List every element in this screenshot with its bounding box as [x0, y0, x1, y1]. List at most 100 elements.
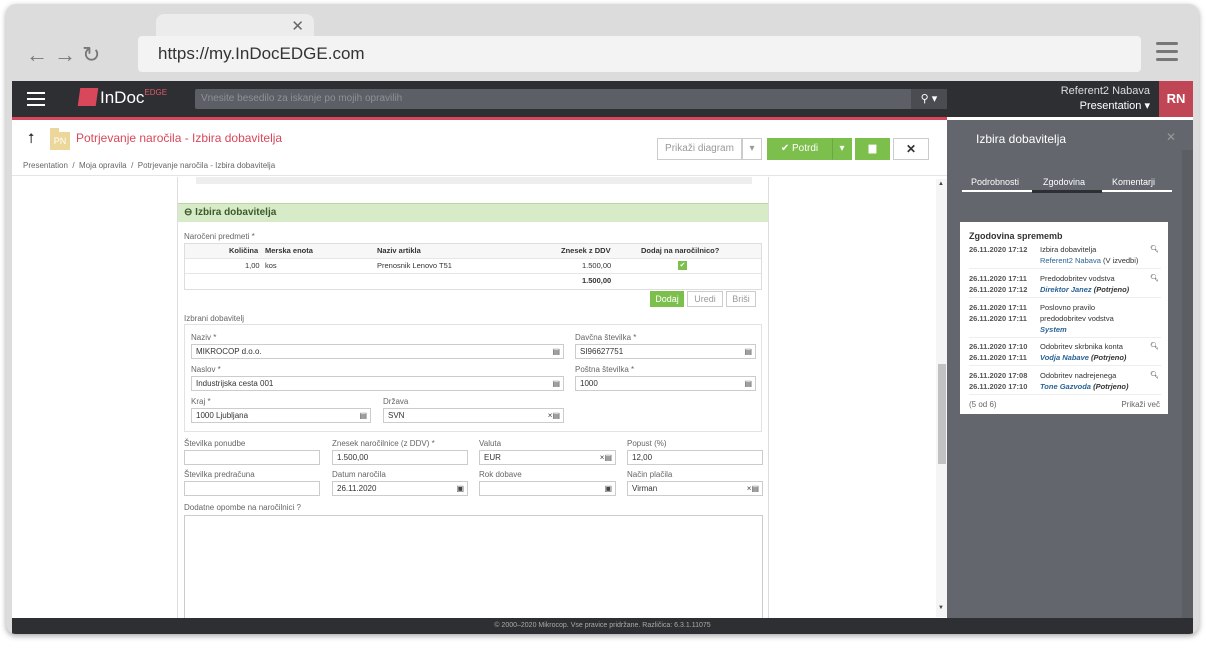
close-tab-icon[interactable]: ✕	[291, 17, 304, 35]
scroll-down-icon[interactable]: ▼	[938, 605, 944, 611]
opombe-textarea[interactable]	[184, 515, 763, 618]
menu-icon[interactable]	[27, 92, 45, 110]
show-more-link[interactable]: Prikaži več	[1121, 400, 1160, 409]
tab-underline	[962, 190, 1032, 192]
clear-lookup-icon[interactable]: ×▤	[548, 409, 560, 422]
section-header[interactable]: ⊖ Izbira dobavitelja	[178, 203, 768, 222]
app: InDocEDGE Vnesite besedilo za iskanje po…	[12, 81, 1193, 634]
confirm-label: Potrdi	[792, 143, 819, 154]
page-title: Potrjevanje naročila - Izbira dobavitelj…	[76, 131, 283, 145]
lookup-icon[interactable]: ▤	[744, 345, 752, 358]
history-item: 26.11.2020 17:11 Predodobritev vodstva 2…	[969, 273, 1161, 298]
address-bar[interactable]: https://my.InDocEDGE.com	[138, 36, 1141, 72]
main-content: ⊖ Izbira dobavitelja Naročeni predmeti *…	[12, 177, 947, 618]
search-icon: ⚲ ▾	[920, 93, 938, 105]
environment-selector[interactable]: Presentation ▾	[1032, 99, 1150, 114]
search-placeholder: Vnesite besedilo za iskanje po mojih opr…	[201, 93, 403, 104]
table-row[interactable]: 1,00 kos Prenosnik Lenovo T51 1.500,00 ✔	[185, 259, 761, 274]
calendar-icon[interactable]: ▣	[456, 482, 464, 495]
side-scrollbar[interactable]	[1182, 150, 1193, 618]
side-panel-title: Izbira dobavitelja	[976, 132, 1067, 146]
cell-qty: 1,00	[245, 261, 260, 270]
search-input[interactable]: Vnesite besedilo za iskanje po mojih opr…	[195, 89, 947, 109]
close-panel-icon[interactable]: ✕	[1166, 130, 1176, 144]
magnifier-icon[interactable]: 🔍︎	[1150, 341, 1159, 352]
main-scrollbar[interactable]: ▲ ▼	[936, 179, 947, 617]
items-label: Naročeni predmeti *	[184, 232, 255, 241]
postna-field[interactable]: 1000 ▤	[575, 376, 756, 391]
scroll-up-icon[interactable]: ▲	[938, 181, 944, 187]
delete-button[interactable]: Briši	[726, 291, 756, 307]
lookup-icon[interactable]: ▤	[359, 409, 367, 422]
clear-lookup-icon[interactable]: ×▤	[747, 482, 759, 495]
breadcrumb-item[interactable]: Potrjevanje naročila - Izbira dobavitelj…	[138, 161, 275, 170]
collapse-icon[interactable]: ⊖	[184, 207, 195, 218]
logo[interactable]: InDocEDGE	[77, 88, 167, 108]
lookup-icon[interactable]: ▤	[744, 377, 752, 390]
calendar-icon[interactable]: ▣	[604, 482, 612, 495]
cell-total: 1.500,00	[582, 276, 612, 285]
lookup-icon[interactable]: ▤	[552, 377, 560, 390]
magnifier-icon[interactable]: 🔍︎	[1150, 244, 1159, 255]
edit-button[interactable]: Uredi	[687, 291, 723, 307]
breadcrumb-item[interactable]: Presentation	[23, 161, 68, 170]
valuta-field[interactable]: EUR ×▤	[479, 450, 616, 465]
davcna-field[interactable]: SI96627751 ▤	[575, 344, 756, 359]
reload-icon[interactable]: ↻	[82, 42, 106, 67]
tab-underline-active	[1032, 190, 1102, 193]
browser-nav: ←→↻	[26, 42, 106, 68]
add-button[interactable]: Dodaj	[650, 291, 684, 307]
naziv-field[interactable]: MIKROCOP d.o.o. ▤	[191, 344, 564, 359]
magnifier-icon[interactable]: 🔍︎	[1150, 370, 1159, 381]
back-icon[interactable]: ←	[26, 42, 54, 67]
drzava-field[interactable]: SVN ×▤	[383, 408, 564, 423]
breadcrumb-item[interactable]: Moja opravila	[79, 161, 127, 170]
confirm-button[interactable]: ✔ Potrdi	[767, 138, 832, 160]
top-bar: InDocEDGE Vnesite besedilo za iskanje po…	[12, 81, 1193, 120]
history-item: 26.11.2020 17:10 Odobritev skrbnika kont…	[969, 341, 1161, 366]
valuta-label: Valuta	[479, 439, 502, 448]
datum-field[interactable]: 26.11.2020 ▣	[332, 481, 468, 496]
ponudba-field[interactable]	[184, 450, 320, 465]
popust-label: Popust (%)	[627, 439, 667, 448]
history-item: 26.11.2020 17:11 Poslovno pravilo 26.11.…	[969, 302, 1161, 338]
cell-unit: kos	[265, 261, 277, 270]
col-header: Naziv artikla	[377, 246, 421, 255]
scroll-thumb[interactable]	[938, 364, 946, 464]
rok-label: Rok dobave	[479, 470, 522, 479]
clear-lookup-icon[interactable]: ×▤	[600, 451, 612, 464]
avatar[interactable]: RN	[1159, 81, 1193, 117]
show-diagram-button[interactable]: Prikaži diagram	[657, 138, 742, 160]
save-button[interactable]: ▆	[855, 138, 890, 160]
lookup-icon[interactable]: ▤	[552, 345, 560, 358]
popust-field[interactable]: 12,00	[627, 450, 763, 465]
naslov-label: Naslov *	[191, 365, 221, 374]
kraj-field[interactable]: 1000 Ljubljana ▤	[191, 408, 371, 423]
forward-icon[interactable]: →	[54, 42, 82, 67]
form-panel: ⊖ Izbira dobavitelja Naročeni predmeti *…	[177, 177, 769, 618]
browser-menu-icon[interactable]	[1156, 42, 1178, 66]
ponudba-label: Številka ponudbe	[184, 439, 246, 448]
col-header: Merska enota	[265, 246, 313, 255]
predracun-field[interactable]	[184, 481, 320, 496]
znesek-field[interactable]: 1.500,00	[332, 450, 468, 465]
user-menu[interactable]: Referent2 Nabava Presentation ▾	[1032, 84, 1150, 114]
naslov-field[interactable]: Industrijska cesta 001 ▤	[191, 376, 564, 391]
close-button[interactable]: ✕	[893, 138, 929, 160]
naziv-label: Naziv *	[191, 333, 217, 342]
rok-field[interactable]: ▣	[479, 481, 616, 496]
diagram-dropdown-button[interactable]: ▾	[742, 138, 762, 160]
confirm-dropdown-button[interactable]: ▾	[832, 138, 852, 160]
opombe-label: Dodatne opombe na naročilnici ?	[184, 503, 301, 512]
tab-komentarji[interactable]: Komentarji	[1112, 177, 1155, 187]
tab-podrobnosti[interactable]: Podrobnosti	[971, 177, 1019, 187]
up-arrow-icon[interactable]: ⭡	[28, 130, 35, 147]
search-button[interactable]: ⚲ ▾	[911, 89, 947, 109]
placilo-field[interactable]: Virman ×▤	[627, 481, 763, 496]
checkbox-checked-icon[interactable]: ✔	[678, 261, 687, 270]
items-table: Količina Merska enota Naziv artikla Znes…	[184, 243, 762, 290]
browser-window: ✕ ←→↻ https://my.InDocEDGE.com InDocEDGE…	[6, 4, 1199, 634]
col-header: Znesek z DDV	[561, 246, 611, 255]
magnifier-icon[interactable]: 🔍︎	[1150, 273, 1159, 284]
tab-zgodovina[interactable]: Zgodovina	[1043, 177, 1085, 187]
